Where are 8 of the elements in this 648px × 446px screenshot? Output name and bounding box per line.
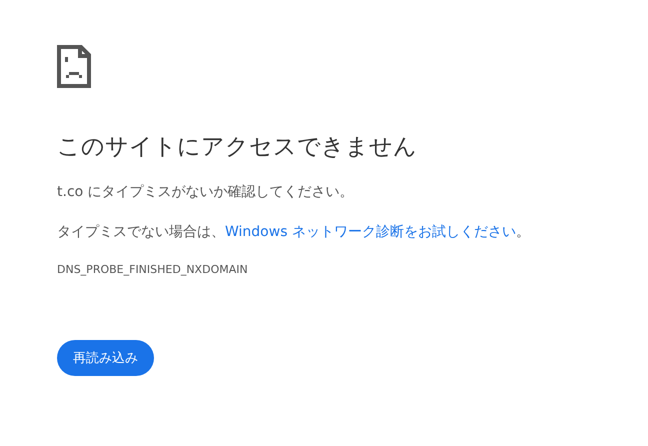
error-title: このサイトにアクセスできません <box>57 133 417 162</box>
diagnostics-link[interactable]: Windows ネットワーク診断をお試しください <box>225 224 516 240</box>
suggestion-text: タイプミスでない場合は、 <box>57 224 225 240</box>
sad-document-icon <box>57 45 91 88</box>
reload-button[interactable]: 再読み込み <box>57 340 154 376</box>
error-code: DNS_PROBE_FINISHED_NXDOMAIN <box>57 262 248 278</box>
error-message: t.co にタイプミスがないか確認してください。 <box>57 183 354 202</box>
suggestion-text: 。 <box>516 224 530 240</box>
